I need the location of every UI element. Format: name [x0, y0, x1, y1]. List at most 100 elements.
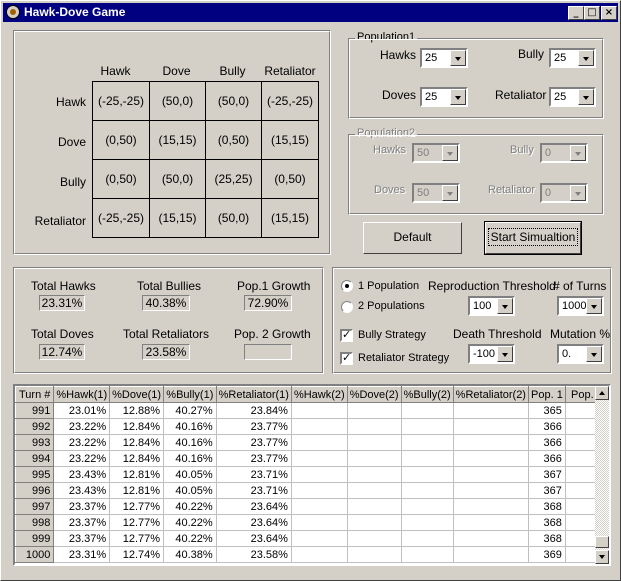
chevron-down-icon[interactable] [497, 298, 513, 314]
grid-cell[interactable]: 23.22% [53, 450, 111, 467]
chevron-down-icon[interactable] [442, 145, 458, 161]
turn-cell[interactable]: 997 [15, 498, 55, 515]
grid-cell[interactable] [401, 482, 454, 499]
grid-cell[interactable]: 12.77% [109, 514, 165, 531]
grid-col-header[interactable]: %Dove(1) [109, 386, 165, 403]
turn-cell[interactable]: 994 [15, 450, 55, 467]
grid-cell[interactable] [291, 402, 348, 419]
grid-cell[interactable] [453, 434, 529, 451]
grid-col-header[interactable]: %Dove(2) [346, 386, 402, 403]
grid-cell[interactable]: 369 [528, 546, 566, 563]
grid-cell[interactable]: 23.22% [53, 434, 111, 451]
pop2-bully-select[interactable]: 0 [540, 143, 588, 163]
grid-cell[interactable]: 23.31% [53, 546, 111, 563]
chevron-down-icon[interactable] [497, 346, 513, 362]
grid-cell[interactable]: 368 [528, 498, 566, 515]
table-row[interactable]: 992 23.22% 12.84% 40.16% 23.77% 366 [15, 418, 609, 435]
table-row[interactable]: 995 23.43% 12.81% 40.05% 23.71% 367 [15, 466, 609, 483]
turn-cell[interactable]: 991 [15, 402, 55, 419]
grid-cell[interactable]: 365 [528, 402, 566, 419]
grid-cell[interactable]: 23.84% [216, 402, 292, 419]
grid-cell[interactable] [453, 530, 529, 547]
grid-cell[interactable]: 23.37% [53, 530, 111, 547]
grid-cell[interactable] [291, 546, 348, 563]
grid-cell[interactable] [291, 530, 348, 547]
bully-strategy-checkbox[interactable]: ✓ [340, 329, 353, 342]
grid-cell[interactable] [291, 466, 348, 483]
grid-cell[interactable] [291, 498, 348, 515]
grid-cell[interactable]: 40.05% [163, 466, 217, 483]
results-grid[interactable]: Turn # %Hawk(1) %Dove(1) %Bully(1) %Reta… [13, 384, 611, 566]
table-row[interactable]: 991 23.01% 12.88% 40.27% 23.84% 365 [15, 402, 609, 419]
grid-cell[interactable] [401, 434, 454, 451]
grid-cell[interactable]: 23.71% [216, 466, 292, 483]
table-row[interactable]: 996 23.43% 12.81% 40.05% 23.71% 367 [15, 482, 609, 499]
scroll-thumb[interactable] [595, 536, 609, 548]
grid-cell[interactable]: 23.64% [216, 514, 292, 531]
table-row[interactable]: 999 23.37% 12.77% 40.22% 23.64% 368 [15, 530, 609, 547]
chevron-down-icon[interactable] [570, 145, 586, 161]
grid-cell[interactable]: 23.77% [216, 450, 292, 467]
grid-cell[interactable]: 12.84% [109, 434, 165, 451]
scroll-down-button[interactable] [595, 550, 609, 564]
chevron-down-icon[interactable] [578, 50, 594, 66]
grid-cell[interactable] [401, 402, 454, 419]
close-button[interactable]: × [601, 6, 617, 20]
pop1-hawks-select[interactable]: 25 [420, 48, 468, 68]
grid-cell[interactable]: 12.84% [109, 450, 165, 467]
grid-cell[interactable]: 40.27% [163, 402, 217, 419]
title-bar[interactable]: Hawk-Dove Game _ □ × [3, 3, 618, 22]
grid-cell[interactable] [291, 418, 348, 435]
turn-cell[interactable]: 993 [15, 434, 55, 451]
grid-cell[interactable]: 40.22% [163, 530, 217, 547]
grid-cell[interactable] [453, 402, 529, 419]
reproduction-threshold-select[interactable]: 100 [468, 296, 515, 316]
grid-cell[interactable] [453, 546, 529, 563]
grid-cell[interactable]: 366 [528, 418, 566, 435]
chevron-down-icon[interactable] [586, 346, 602, 362]
grid-col-header[interactable]: Turn # [15, 386, 55, 403]
grid-cell[interactable]: 40.22% [163, 498, 217, 515]
grid-cell[interactable] [347, 402, 402, 419]
turn-cell[interactable]: 992 [15, 418, 55, 435]
retaliator-strategy-label[interactable]: Retaliator Strategy [358, 352, 449, 364]
start-simulation-button[interactable]: Start Simualtion [484, 221, 582, 255]
chevron-down-icon[interactable] [450, 50, 466, 66]
scroll-up-button[interactable] [595, 386, 609, 400]
grid-cell[interactable]: 12.84% [109, 418, 165, 435]
grid-col-header[interactable]: %Retaliator(1) [215, 386, 292, 403]
grid-cell[interactable] [347, 546, 402, 563]
turn-cell[interactable]: 998 [15, 514, 55, 531]
one-population-radio[interactable] [341, 280, 353, 292]
pop1-bully-select[interactable]: 25 [549, 48, 596, 68]
grid-col-header[interactable]: Pop. 1 [527, 386, 566, 403]
grid-cell[interactable] [347, 450, 402, 467]
grid-cell[interactable] [401, 450, 454, 467]
grid-cell[interactable] [347, 530, 402, 547]
grid-cell[interactable]: 23.37% [53, 498, 111, 515]
two-populations-radio[interactable] [341, 301, 353, 313]
grid-col-header[interactable]: %Bully(1) [163, 386, 217, 403]
chevron-down-icon[interactable] [586, 298, 602, 314]
grid-cell[interactable]: 12.77% [109, 530, 165, 547]
grid-cell[interactable]: 23.43% [53, 466, 111, 483]
grid-cell[interactable]: 40.16% [163, 418, 217, 435]
grid-cell[interactable] [291, 434, 348, 451]
maximize-button[interactable]: □ [584, 6, 600, 20]
grid-cell[interactable]: 40.38% [163, 546, 217, 563]
grid-cell[interactable]: 367 [528, 482, 566, 499]
grid-cell[interactable] [401, 498, 454, 515]
grid-cell[interactable] [291, 450, 348, 467]
grid-cell[interactable] [453, 482, 529, 499]
grid-cell[interactable] [453, 450, 529, 467]
grid-cell[interactable]: 23.01% [53, 402, 111, 419]
grid-cell[interactable]: 40.16% [163, 434, 217, 451]
two-populations-label[interactable]: 2 Populations [358, 300, 425, 312]
grid-cell[interactable]: 40.22% [163, 514, 217, 531]
grid-cell[interactable]: 23.22% [53, 418, 111, 435]
grid-cell[interactable] [291, 514, 348, 531]
pop2-doves-select[interactable]: 50 [412, 183, 460, 203]
grid-col-header[interactable]: %Hawk(2) [290, 386, 348, 403]
grid-cell[interactable] [401, 514, 454, 531]
grid-cell[interactable]: 23.71% [216, 482, 292, 499]
